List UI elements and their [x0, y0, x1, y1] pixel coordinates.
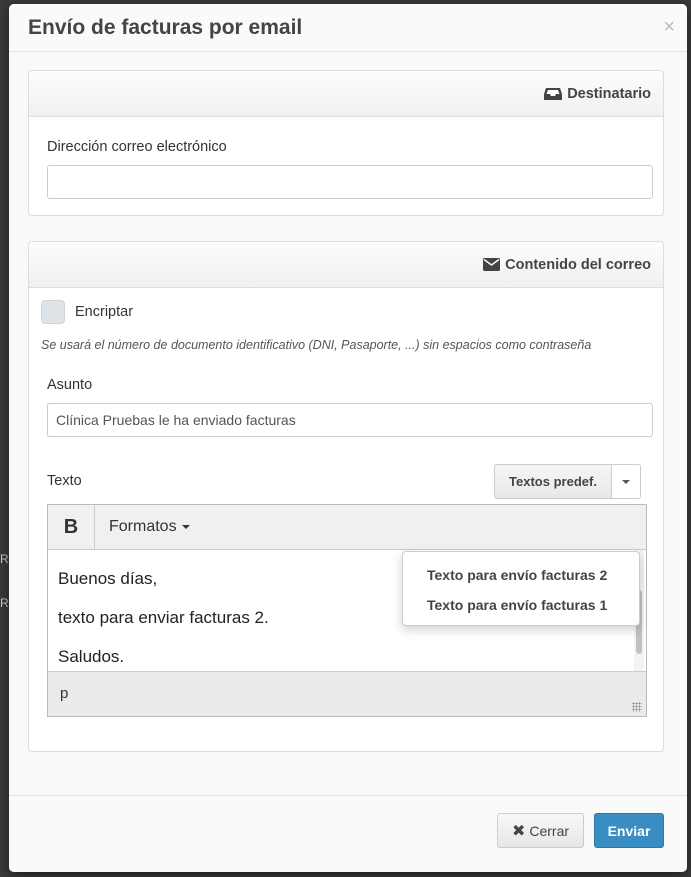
editor-statusbar: p	[48, 671, 646, 716]
text-label: Texto	[47, 473, 82, 489]
close-icon: ✖	[511, 822, 526, 840]
recipient-heading: Destinatario	[567, 85, 651, 102]
modal-footer: ✖ Cerrar Enviar	[9, 795, 687, 872]
close-button-label: Cerrar	[529, 822, 570, 839]
email-field[interactable]	[47, 165, 653, 199]
editor-toolbar: B Formatos	[48, 504, 646, 550]
bold-button[interactable]: B	[48, 504, 95, 550]
modal-title: Envío de facturas por email	[28, 16, 303, 39]
background-letter: R	[0, 552, 9, 566]
subject-field[interactable]: Clínica Pruebas le ha enviado facturas	[47, 403, 653, 437]
recipient-panel: Destinatario Dirección correo electrónic…	[28, 70, 664, 216]
content-panel: Contenido del correo Encriptar Se usará …	[28, 241, 664, 752]
email-label: Dirección correo electrónico	[47, 139, 227, 155]
predef-text-option[interactable]: Texto para envío facturas 1	[403, 590, 639, 620]
send-invoices-modal: Envío de facturas por email × Destinatar…	[9, 4, 687, 872]
predef-texts-button[interactable]: Textos predef.	[494, 464, 612, 499]
encrypt-hint: Se usará el número de documento identifi…	[41, 338, 592, 352]
formats-dropdown[interactable]: Formatos	[109, 518, 190, 536]
predef-texts-menu: Texto para envío facturas 2 Texto para e…	[402, 551, 640, 626]
editor-paragraph: Buenos días,	[58, 569, 158, 588]
envelope-icon	[483, 258, 501, 271]
close-button[interactable]: ✖ Cerrar	[497, 813, 584, 848]
background-letter: R	[0, 596, 9, 610]
close-icon[interactable]: ×	[663, 17, 675, 37]
modal-body: Destinatario Dirección correo electrónic…	[9, 52, 687, 795]
resize-handle-icon[interactable]	[632, 702, 642, 712]
encrypt-checkbox[interactable]	[41, 300, 65, 324]
element-path[interactable]: p	[60, 685, 68, 702]
chevron-down-icon	[181, 525, 190, 529]
editor-paragraph: Saludos.	[58, 647, 125, 666]
formats-label: Formatos	[109, 518, 177, 535]
inbox-icon	[544, 87, 563, 101]
editor-paragraph: texto para enviar facturas 2.	[58, 608, 269, 627]
predef-texts-button-group: Textos predef.	[494, 464, 641, 499]
subject-label: Asunto	[47, 377, 93, 393]
chevron-down-icon	[622, 479, 630, 484]
modal-header: Envío de facturas por email ×	[9, 4, 687, 52]
predef-texts-toggle[interactable]	[612, 464, 641, 499]
recipient-panel-heading: Destinatario	[29, 71, 663, 117]
send-button[interactable]: Enviar	[594, 813, 664, 848]
encrypt-label: Encriptar	[75, 304, 134, 320]
content-panel-heading: Contenido del correo	[29, 242, 663, 288]
predef-text-option[interactable]: Texto para envío facturas 2	[403, 560, 639, 590]
content-heading: Contenido del correo	[505, 256, 651, 273]
